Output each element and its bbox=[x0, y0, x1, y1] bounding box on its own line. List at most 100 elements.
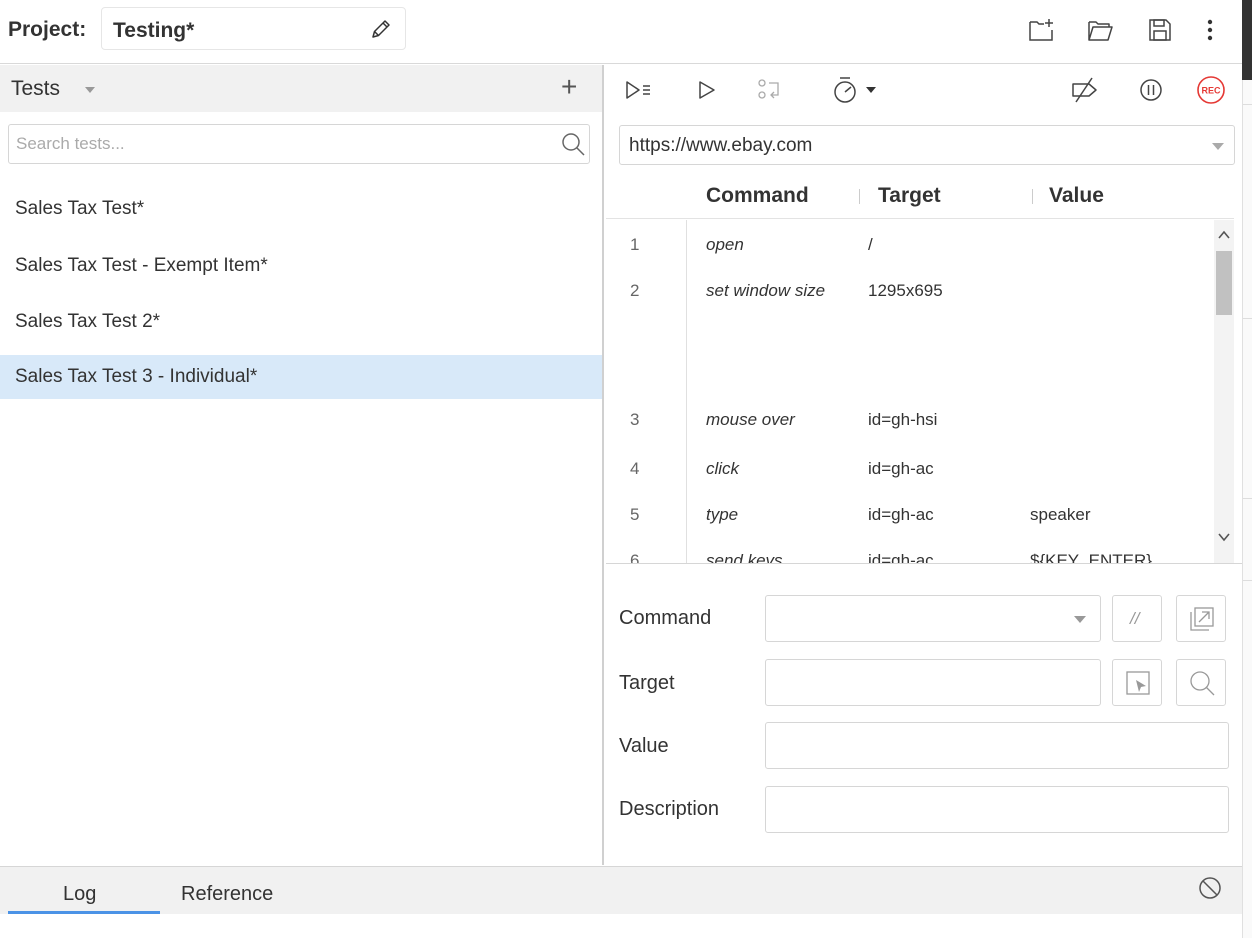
value-input[interactable] bbox=[766, 723, 1228, 768]
value-label: Value bbox=[619, 735, 669, 757]
active-tab-indicator bbox=[8, 911, 160, 914]
commands-table-header: Command Target Value bbox=[606, 171, 1234, 219]
editor-divider bbox=[606, 563, 1242, 564]
row-command: mouse over bbox=[706, 410, 795, 429]
row-index: 2 bbox=[630, 281, 640, 300]
open-in-new-icon bbox=[1190, 607, 1214, 631]
speed-icon[interactable] bbox=[830, 75, 860, 105]
row-index: 6 bbox=[630, 551, 640, 563]
table-row[interactable]: 6 send keys id=gh-ac ${KEY_ENTER} bbox=[606, 551, 1214, 563]
row-target: id=gh-ac bbox=[868, 551, 934, 563]
base-url-value: https://www.ebay.com bbox=[629, 135, 813, 156]
row-target: id=gh-hsi bbox=[868, 410, 938, 429]
row-index: 5 bbox=[630, 505, 640, 524]
target-label: Target bbox=[619, 672, 675, 694]
step-icon[interactable] bbox=[754, 75, 784, 105]
find-target-button[interactable] bbox=[1176, 659, 1226, 706]
console-tabs: Log Reference bbox=[0, 866, 1242, 914]
row-index: 1 bbox=[630, 235, 640, 254]
tab-log[interactable]: Log bbox=[63, 883, 96, 906]
description-label: Description bbox=[619, 798, 720, 820]
scrollbar-thumb[interactable] bbox=[1216, 251, 1232, 315]
commands-table: 1 open / 2 set window size 1295x695 3 mo… bbox=[606, 220, 1234, 563]
command-input[interactable] bbox=[766, 596, 1100, 641]
record-icon[interactable]: REC bbox=[1196, 75, 1226, 105]
new-project-icon[interactable] bbox=[1027, 16, 1055, 44]
test-item[interactable]: Sales Tax Test* bbox=[0, 187, 602, 231]
open-folder-icon[interactable] bbox=[1086, 16, 1114, 44]
row-index: 3 bbox=[630, 410, 640, 429]
tests-header: Tests + bbox=[0, 65, 602, 112]
save-icon[interactable] bbox=[1146, 16, 1174, 44]
run-icon[interactable] bbox=[694, 75, 724, 105]
chevron-down-icon[interactable] bbox=[85, 87, 95, 93]
find-target-icon bbox=[1190, 671, 1215, 696]
test-item[interactable]: Sales Tax Test - Exempt Item* bbox=[0, 244, 602, 288]
comment-button[interactable]: // bbox=[1112, 595, 1162, 642]
search-tests bbox=[8, 124, 590, 164]
row-value: speaker bbox=[1030, 505, 1091, 524]
row-target: id=gh-ac bbox=[868, 505, 934, 524]
row-target: id=gh-ac bbox=[868, 459, 934, 478]
command-label: Command bbox=[619, 607, 712, 629]
column-header-value: Value bbox=[1049, 184, 1104, 207]
project-header: Project: Testing* bbox=[0, 0, 1242, 64]
project-name: Testing* bbox=[113, 19, 195, 42]
column-divider bbox=[1032, 189, 1033, 204]
run-all-icon[interactable] bbox=[624, 75, 654, 105]
table-scrollbar[interactable] bbox=[1214, 220, 1234, 563]
select-target-button[interactable] bbox=[1112, 659, 1162, 706]
project-name-field[interactable]: Testing* bbox=[101, 7, 406, 50]
open-in-new-button[interactable] bbox=[1176, 595, 1226, 642]
table-row[interactable]: 2 set window size 1295x695 bbox=[606, 281, 1214, 341]
row-value: ${KEY_ENTER} bbox=[1030, 551, 1152, 563]
row-target: / bbox=[868, 235, 873, 254]
row-target: 1295x695 bbox=[868, 281, 943, 300]
tests-panel: Tests + Sales Tax Test* Sales Tax Test -… bbox=[0, 65, 604, 865]
value-field[interactable] bbox=[765, 722, 1229, 769]
chevron-down-icon[interactable] bbox=[1074, 616, 1086, 623]
comment-button-label: // bbox=[1130, 609, 1140, 628]
select-target-icon bbox=[1126, 671, 1150, 695]
more-icon[interactable] bbox=[1196, 16, 1224, 44]
row-command: click bbox=[706, 459, 740, 478]
scroll-down-icon[interactable] bbox=[1217, 530, 1231, 544]
clear-log-icon[interactable] bbox=[1196, 874, 1224, 902]
target-field[interactable] bbox=[765, 659, 1101, 706]
row-command: type bbox=[706, 505, 739, 524]
search-icon[interactable] bbox=[560, 131, 586, 157]
row-command: open bbox=[706, 235, 744, 254]
breakpoints-disable-icon[interactable] bbox=[1070, 75, 1100, 105]
add-test-button[interactable]: + bbox=[561, 73, 577, 101]
row-index: 4 bbox=[630, 459, 640, 478]
project-label: Project: bbox=[8, 18, 87, 41]
base-url-select[interactable]: https://www.ebay.com bbox=[619, 125, 1235, 165]
test-item[interactable]: Sales Tax Test 2* bbox=[0, 300, 602, 344]
target-input[interactable] bbox=[766, 660, 1100, 705]
column-header-target: Target bbox=[878, 184, 941, 207]
editor-panel: REC https://www.ebay.com Command Target … bbox=[606, 65, 1242, 865]
speed-caret-icon[interactable] bbox=[866, 87, 876, 93]
description-field[interactable] bbox=[765, 786, 1229, 833]
tests-dropdown[interactable]: Tests bbox=[11, 77, 60, 101]
scroll-up-icon[interactable] bbox=[1217, 228, 1231, 242]
command-field[interactable] bbox=[765, 595, 1101, 642]
pause-icon[interactable] bbox=[1136, 75, 1166, 105]
editor-toolbar: REC bbox=[606, 65, 1242, 115]
chevron-down-icon[interactable] bbox=[1212, 143, 1224, 150]
row-command: send keys bbox=[706, 551, 783, 563]
pencil-icon[interactable] bbox=[369, 17, 393, 41]
description-input[interactable] bbox=[766, 787, 1228, 832]
table-row[interactable]: 4 click id=gh-ac bbox=[606, 459, 1214, 499]
test-item-selected[interactable]: Sales Tax Test 3 - Individual* bbox=[0, 355, 602, 399]
row-command: set window size bbox=[706, 281, 826, 300]
tab-reference[interactable]: Reference bbox=[181, 883, 273, 906]
search-input[interactable] bbox=[9, 125, 549, 163]
window-edge-strip bbox=[1242, 80, 1252, 938]
table-row[interactable]: 5 type id=gh-ac speaker bbox=[606, 505, 1214, 545]
table-row[interactable]: 1 open / bbox=[606, 235, 1214, 275]
table-row[interactable]: 3 mouse over id=gh-hsi bbox=[606, 410, 1214, 450]
column-divider bbox=[859, 189, 860, 204]
svg-text:REC: REC bbox=[1201, 86, 1221, 96]
column-header-command: Command bbox=[706, 184, 809, 207]
